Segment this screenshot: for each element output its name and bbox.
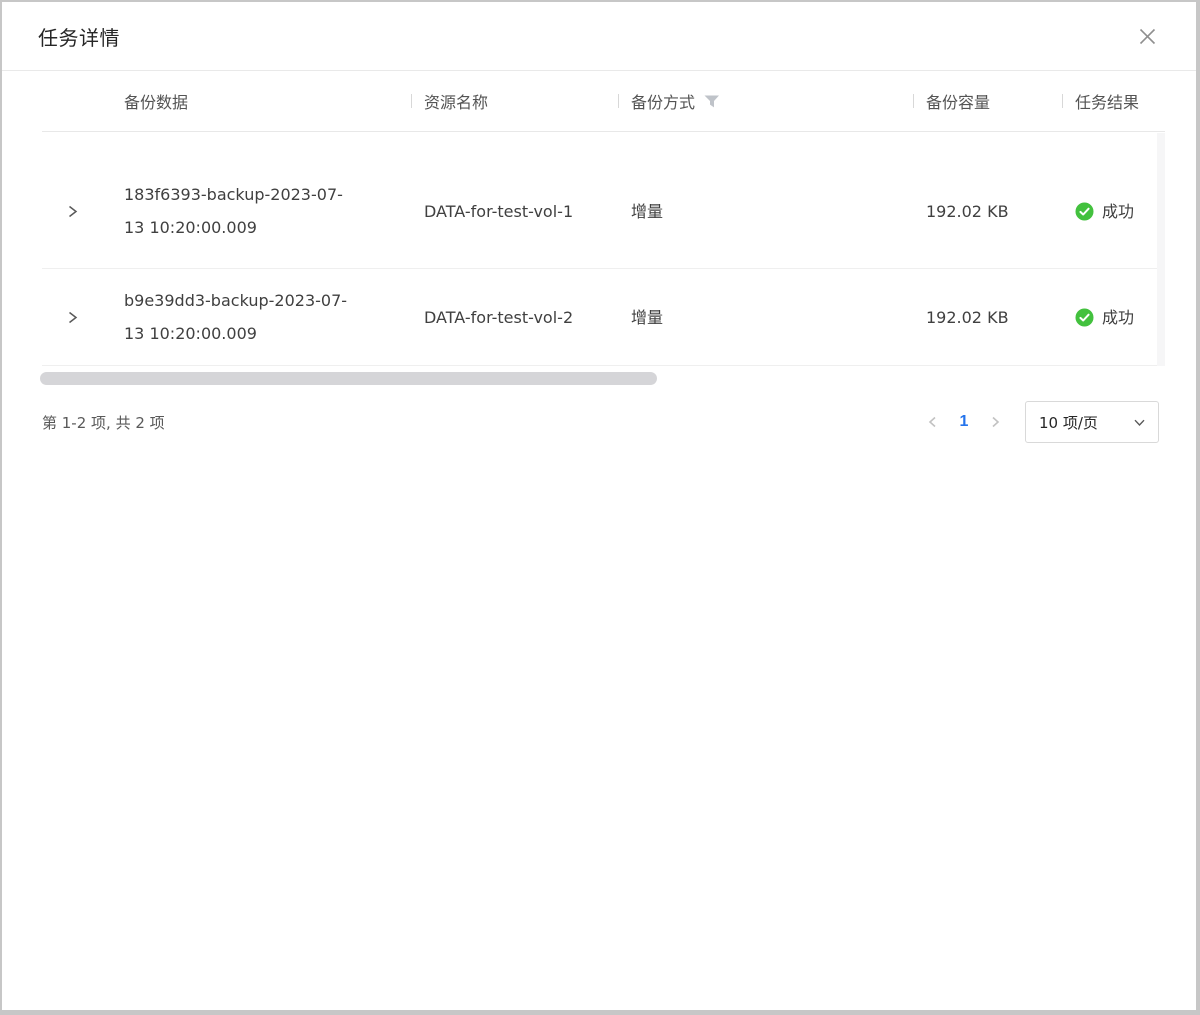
- expand-cell: [42, 204, 124, 219]
- column-separator: [913, 94, 914, 108]
- status-text: 成功: [1102, 301, 1134, 334]
- backup-data-cell: b9e39dd3-backup-2023-07-13 10:20:00.009: [124, 284, 411, 350]
- horizontal-scrollbar-track: [40, 372, 1196, 385]
- pagination-bar: 第 1-2 项, 共 2 项 1 10 项/页: [42, 401, 1159, 443]
- backup-method-cell: 增量: [618, 301, 913, 334]
- success-check-icon: [1075, 308, 1094, 327]
- header-label: 备份容量: [926, 89, 990, 113]
- backup-method-cell: 增量: [618, 195, 913, 228]
- row-expand-button[interactable]: [65, 310, 80, 325]
- resource-name-cell: DATA-for-test-vol-1: [411, 195, 618, 228]
- pagination-controls: 1 10 项/页: [921, 401, 1159, 443]
- next-page-button[interactable]: [983, 410, 1007, 434]
- page-size-select[interactable]: 10 项/页: [1025, 401, 1159, 443]
- page-number-1[interactable]: 1: [951, 413, 977, 431]
- dialog-header: 任务详情: [2, 2, 1196, 71]
- header-task-result: 任务结果: [1062, 89, 1165, 113]
- chevron-left-icon: [926, 415, 940, 429]
- close-icon: [1137, 26, 1158, 47]
- filter-icon[interactable]: [704, 95, 720, 108]
- success-check-icon: [1075, 202, 1094, 221]
- chevron-right-icon: [65, 204, 80, 219]
- header-label: 任务结果: [1075, 89, 1139, 113]
- table-row: 183f6393-backup-2023-07-13 10:20:00.009 …: [42, 132, 1165, 269]
- task-result-cell: 成功: [1062, 195, 1165, 228]
- column-separator: [1062, 94, 1063, 108]
- status-text: 成功: [1102, 195, 1134, 228]
- chevron-right-icon: [988, 415, 1002, 429]
- header-resource-name: 资源名称: [411, 89, 618, 113]
- header-label: 备份数据: [124, 89, 188, 113]
- chevron-down-icon: [1133, 416, 1146, 429]
- row-expand-button[interactable]: [65, 204, 80, 219]
- pagination-summary: 第 1-2 项, 共 2 项: [42, 412, 165, 433]
- table-row: b9e39dd3-backup-2023-07-13 10:20:00.009 …: [42, 269, 1165, 366]
- chevron-right-icon: [65, 310, 80, 325]
- table-header-row: 备份数据 资源名称 备份方式 备份容量 任务结: [42, 71, 1165, 132]
- close-button[interactable]: [1134, 23, 1160, 49]
- backup-capacity-cell: 192.02 KB: [913, 301, 1062, 334]
- header-label: 资源名称: [424, 89, 488, 113]
- header-label: 备份方式: [631, 89, 695, 113]
- backup-data-cell: 183f6393-backup-2023-07-13 10:20:00.009: [124, 178, 411, 244]
- status-badge: 成功: [1075, 195, 1134, 228]
- task-result-cell: 成功: [1062, 301, 1165, 334]
- column-separator: [411, 94, 412, 108]
- prev-page-button[interactable]: [921, 410, 945, 434]
- task-detail-dialog: 任务详情 备份数据 资源名称 备份方式: [0, 0, 1200, 1015]
- header-backup-method: 备份方式: [618, 89, 913, 113]
- page-size-label: 10 项/页: [1039, 412, 1098, 433]
- horizontal-scrollbar-thumb[interactable]: [40, 372, 657, 385]
- dialog-title: 任务详情: [38, 22, 120, 51]
- header-backup-data: 备份数据: [124, 89, 411, 113]
- vertical-scrollbar-track: [1157, 133, 1165, 366]
- dialog-empty-area: [2, 443, 1196, 1010]
- header-backup-capacity: 备份容量: [913, 89, 1062, 113]
- column-separator: [618, 94, 619, 108]
- backup-task-table: 备份数据 资源名称 备份方式 备份容量 任务结: [42, 71, 1165, 366]
- backup-capacity-cell: 192.02 KB: [913, 195, 1062, 228]
- status-badge: 成功: [1075, 301, 1134, 334]
- resource-name-cell: DATA-for-test-vol-2: [411, 301, 618, 334]
- expand-cell: [42, 310, 124, 325]
